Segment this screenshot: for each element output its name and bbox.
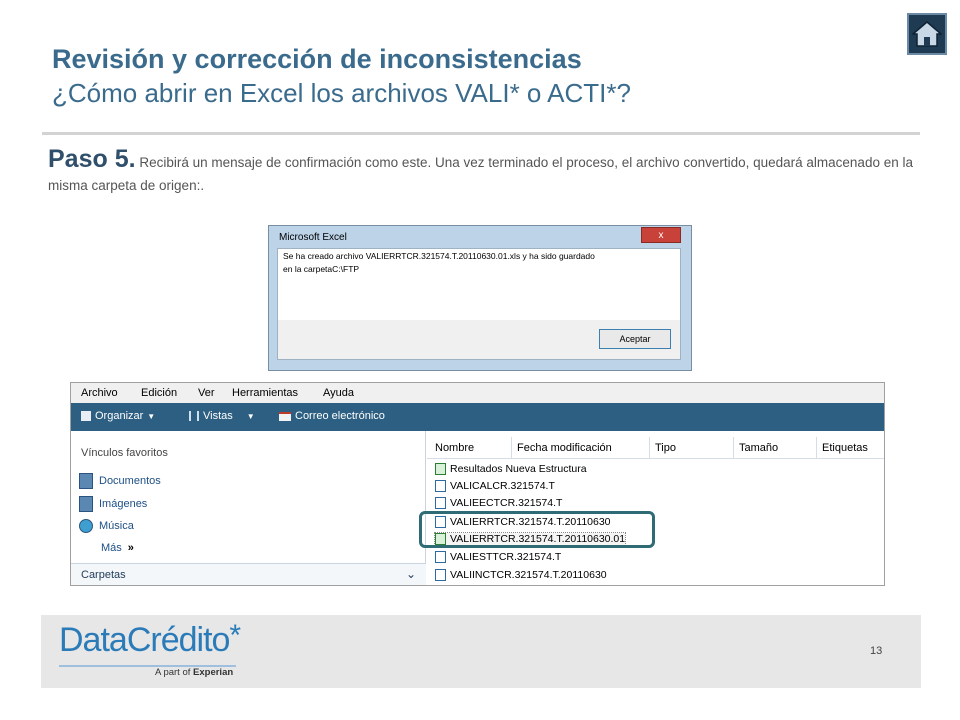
file-row[interactable]: VALIEECTCR.321574.T: [435, 497, 562, 509]
menu-ver[interactable]: Ver: [198, 387, 215, 399]
file-row[interactable]: VALIINCTCR.321574.T.20110630: [435, 569, 607, 581]
documents-icon: [79, 473, 93, 489]
dialog-message-line-1: Se ha creado archivo VALIERRTCR.321574.T…: [283, 251, 595, 261]
logo-text: DataCrédito: [59, 621, 230, 659]
menu-archivo[interactable]: Archivo: [81, 387, 118, 399]
sidebar-item-label: Imágenes: [99, 498, 148, 510]
excel-file-icon: [435, 463, 446, 475]
column-header: Nombre Fecha modificación Tipo Tamaño Et…: [427, 437, 884, 459]
dialog-message-line-2: en la carpetaC:\FTP: [283, 264, 360, 274]
sidebar-item-documentos[interactable]: Documentos: [79, 473, 161, 489]
home-icon: [912, 21, 942, 47]
menu-ayuda[interactable]: Ayuda: [323, 387, 354, 399]
file-explorer: Archivo Edición Ver Herramientas Ayuda O…: [70, 382, 885, 586]
email-icon: [279, 411, 291, 421]
page-title: Revisión y corrección de inconsistencias: [52, 44, 582, 74]
sidebar-more[interactable]: Más »: [101, 542, 134, 554]
file-name: VALIINCTCR.321574.T.20110630: [450, 569, 607, 581]
tagline-prefix: A part of: [155, 667, 194, 678]
logo-tagline: A part of Experian: [155, 667, 233, 678]
organize-label: Organizar: [95, 410, 144, 422]
toolbar: Organizar ▼ Vistas ▼ Correo electrónico: [71, 403, 884, 431]
dialog-title: Microsoft Excel: [279, 232, 347, 243]
menu-edicion[interactable]: Edición: [141, 387, 177, 399]
menu-herramientas[interactable]: Herramientas: [232, 387, 298, 399]
column-separator: [816, 437, 817, 459]
file-name: Resultados Nueva Estructura: [450, 463, 587, 475]
organize-icon: [81, 411, 91, 421]
music-icon: [79, 519, 93, 533]
file-name: VALIEECTCR.321574.T: [450, 497, 563, 509]
file-row[interactable]: Resultados Nueva Estructura: [435, 463, 587, 475]
highlight-box: [419, 511, 655, 548]
text-file-icon: [435, 551, 446, 563]
file-name: VALICALCR.321574.T: [450, 480, 555, 492]
page-number: 13: [870, 645, 883, 657]
step-label: Paso 5.: [48, 145, 136, 173]
dialog-message: Se ha creado archivo VALIERRTCR.321574.T…: [283, 250, 659, 276]
chevron-down-icon: ▼: [246, 411, 255, 421]
page-subtitle: ¿Cómo abrir en Excel los archivos VALI* …: [52, 78, 631, 108]
chevron-down-icon: ▼: [147, 411, 156, 421]
folders-bar[interactable]: Carpetas ⌄: [71, 563, 426, 585]
pictures-icon: [79, 496, 93, 512]
sidebar-item-label: Documentos: [99, 475, 161, 487]
menu-bar: Archivo Edición Ver Herramientas Ayuda: [71, 383, 884, 403]
sidebar-item-label: Música: [99, 520, 134, 532]
views-button[interactable]: Vistas ▼: [189, 410, 255, 422]
dialog-close-button[interactable]: x: [641, 227, 681, 243]
excel-dialog: Microsoft Excel x Se ha creado archivo V…: [268, 225, 692, 371]
tagline-brand: Experian: [193, 667, 234, 678]
dialog-ok-button[interactable]: Aceptar: [599, 329, 671, 349]
text-file-icon: [435, 497, 446, 509]
chevron-down-icon: ⌄: [405, 567, 416, 581]
column-separator: [511, 437, 512, 459]
double-chevron-icon: »: [127, 542, 134, 554]
text-file-icon: [435, 480, 446, 492]
navigation-pane: Vínculos favoritos Documentos Imágenes M…: [71, 431, 426, 585]
column-tamano[interactable]: Tamaño: [739, 442, 778, 454]
file-list: Nombre Fecha modificación Tipo Tamaño Et…: [427, 431, 884, 585]
step-instructions: Paso 5. Recibirá un mensaje de confirmac…: [48, 145, 918, 197]
logo-star: *: [229, 619, 241, 652]
column-etiquetas[interactable]: Etiquetas: [822, 442, 868, 454]
datacredito-logo: DataCrédito*: [59, 619, 241, 660]
column-nombre[interactable]: Nombre: [435, 442, 474, 454]
column-separator: [649, 437, 650, 459]
file-row[interactable]: VALIESTTCR.321574.T: [435, 551, 561, 563]
file-row[interactable]: VALICALCR.321574.T: [435, 480, 555, 492]
column-tipo[interactable]: Tipo: [655, 442, 676, 454]
home-button[interactable]: [907, 13, 947, 55]
folders-label: Carpetas: [81, 569, 126, 581]
favorites-heading: Vínculos favoritos: [81, 447, 168, 459]
organize-button[interactable]: Organizar ▼: [81, 410, 155, 422]
text-file-icon: [435, 569, 446, 581]
email-label: Correo electrónico: [295, 410, 385, 422]
footer: DataCrédito* A part of Experian 13: [41, 615, 921, 688]
column-separator: [733, 437, 734, 459]
sidebar-item-imagenes[interactable]: Imágenes: [79, 496, 147, 512]
views-icon: [189, 411, 199, 421]
more-label: Más: [101, 542, 122, 554]
step-text: Recibirá un mensaje de confirmación como…: [48, 155, 913, 193]
sidebar-item-musica[interactable]: Música: [79, 519, 134, 533]
title-divider: [42, 132, 920, 135]
file-name: VALIESTTCR.321574.T: [450, 551, 562, 563]
column-fecha[interactable]: Fecha modificación: [517, 442, 612, 454]
views-label: Vistas: [203, 410, 233, 422]
email-button[interactable]: Correo electrónico: [279, 410, 385, 422]
